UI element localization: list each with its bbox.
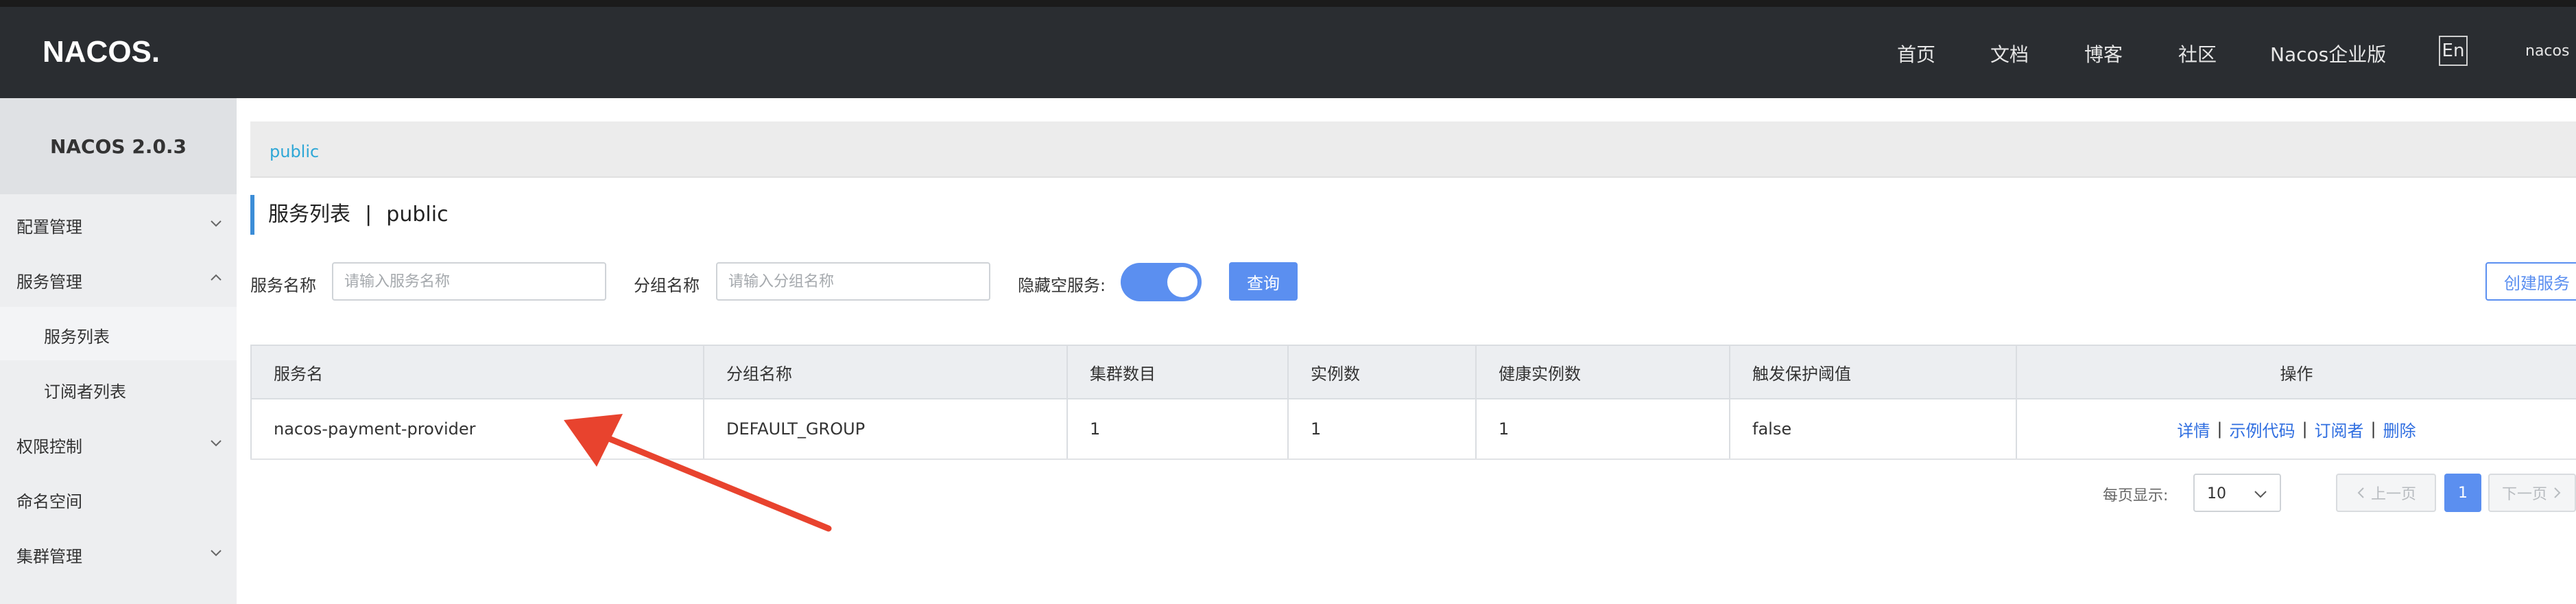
nav-home[interactable]: 首页	[1897, 40, 1935, 67]
chevron-right-icon	[2554, 487, 2561, 498]
col-healthy-count: 健康实例数	[1475, 346, 1730, 398]
logo-text: NACOS.	[43, 35, 160, 69]
cell-group-name: DEFAULT_GROUP	[703, 399, 1068, 458]
per-page-value: 10	[2207, 485, 2226, 502]
action-separator: |	[2217, 419, 2223, 439]
chevron-left-icon	[2357, 487, 2364, 498]
group-name-input[interactable]	[717, 264, 989, 299]
nav-community[interactable]: 社区	[2178, 40, 2217, 67]
sidebar-version-title: NACOS 2.0.3	[0, 98, 237, 194]
hide-empty-label: 隐藏空服务:	[1018, 276, 1106, 295]
chevron-down-icon	[211, 550, 222, 557]
nav-blog[interactable]: 博客	[2084, 40, 2123, 67]
sidebar-item-label: 订阅者列表	[44, 382, 126, 402]
sidebar-item-service[interactable]: 服务管理	[0, 252, 237, 305]
query-button[interactable]: 查询	[1229, 262, 1298, 301]
sidebar-item-label: 服务管理	[16, 272, 82, 292]
create-service-button[interactable]: 创建服务	[2485, 262, 2576, 301]
nav-docs[interactable]: 文档	[1990, 40, 2029, 67]
page-title: 服务列表 | public	[250, 195, 449, 235]
chevron-down-icon	[2254, 491, 2267, 498]
action-separator: |	[2370, 419, 2376, 439]
page-title-divider: |	[365, 202, 372, 226]
sidebar-item-service-list[interactable]: 服务列表	[0, 307, 237, 360]
per-page-label: 每页显示:	[2103, 487, 2169, 504]
nav-enterprise[interactable]: Nacos企业版	[2270, 40, 2386, 67]
next-page-button[interactable]: 下一页	[2488, 474, 2576, 512]
sidebar-item-label: 配置管理	[16, 218, 82, 237]
col-actions: 操作	[2016, 346, 2576, 398]
hide-empty-toggle[interactable]	[1121, 263, 1202, 301]
sidebar: NACOS 2.0.3 配置管理 服务管理 服务列表 订阅者列表 权限控制 命名…	[0, 98, 237, 604]
col-threshold: 触发保护阈值	[1729, 346, 2017, 398]
sidebar-item-config[interactable]: 配置管理	[0, 197, 237, 251]
col-cluster-count: 集群数目	[1066, 346, 1289, 398]
sidebar-item-namespace[interactable]: 命名空间	[0, 472, 237, 525]
sidebar-item-auth[interactable]: 权限控制	[0, 417, 237, 470]
col-service-name: 服务名	[250, 346, 704, 398]
table-header: 服务名 分组名称 集群数目 实例数 健康实例数 触发保护阈值 操作	[250, 345, 2576, 399]
table-row: nacos-payment-provider DEFAULT_GROUP 1 1…	[250, 399, 2576, 460]
top-edge	[0, 0, 2576, 7]
next-page-label: 下一页	[2502, 486, 2548, 503]
service-name-input[interactable]	[333, 264, 605, 299]
sidebar-item-cluster[interactable]: 集群管理	[0, 526, 237, 580]
sidebar-item-subscribers[interactable]: 订阅者列表	[0, 362, 237, 415]
detail-link[interactable]: 详情	[2177, 417, 2210, 441]
nacos-logo[interactable]: NACOS.	[43, 32, 193, 73]
sample-code-link[interactable]: 示例代码	[2229, 417, 2295, 441]
per-page-select[interactable]: 10	[2193, 474, 2281, 512]
page-title-text: 服务列表	[268, 202, 350, 226]
namespace-tabbar: public	[250, 121, 2576, 178]
cell-cluster-count: 1	[1066, 399, 1289, 458]
sidebar-item-label: 权限控制	[16, 437, 82, 456]
sidebar-item-label: 服务列表	[44, 327, 110, 347]
cell-service-name: nacos-payment-provider	[250, 399, 704, 458]
delete-link[interactable]: 删除	[2383, 417, 2416, 441]
service-name-label: 服务名称	[250, 276, 316, 295]
chevron-up-icon	[211, 274, 222, 281]
chevron-down-icon	[211, 220, 222, 227]
service-name-field[interactable]	[332, 262, 606, 301]
subscriber-link[interactable]: 订阅者	[2315, 417, 2364, 441]
toggle-knob	[1167, 267, 1197, 297]
user-name[interactable]: nacos	[2525, 43, 2569, 60]
cell-actions: 详情 | 示例代码 | 订阅者 | 删除	[2016, 399, 2576, 458]
prev-page-button[interactable]: 上一页	[2336, 474, 2436, 512]
page-title-namespace: public	[386, 202, 449, 226]
col-instance-count: 实例数	[1287, 346, 1477, 398]
cell-instance-count: 1	[1287, 399, 1477, 458]
group-name-field[interactable]	[716, 262, 990, 301]
sidebar-item-label: 集群管理	[16, 547, 82, 566]
top-header: NACOS. 首页 文档 博客 社区 Nacos企业版 En nacos	[0, 7, 2576, 98]
language-switch-button[interactable]: En	[2439, 36, 2468, 66]
col-group-name: 分组名称	[703, 346, 1068, 398]
page-1-button[interactable]: 1	[2444, 474, 2481, 512]
cell-threshold: false	[1729, 399, 2017, 458]
group-name-label: 分组名称	[634, 276, 700, 295]
chevron-down-icon	[211, 440, 222, 447]
sidebar-item-label: 命名空间	[16, 492, 82, 511]
action-separator: |	[2302, 419, 2308, 439]
cell-healthy-count: 1	[1475, 399, 1730, 458]
namespace-tab-public[interactable]: public	[270, 142, 319, 161]
prev-page-label: 上一页	[2370, 486, 2416, 503]
